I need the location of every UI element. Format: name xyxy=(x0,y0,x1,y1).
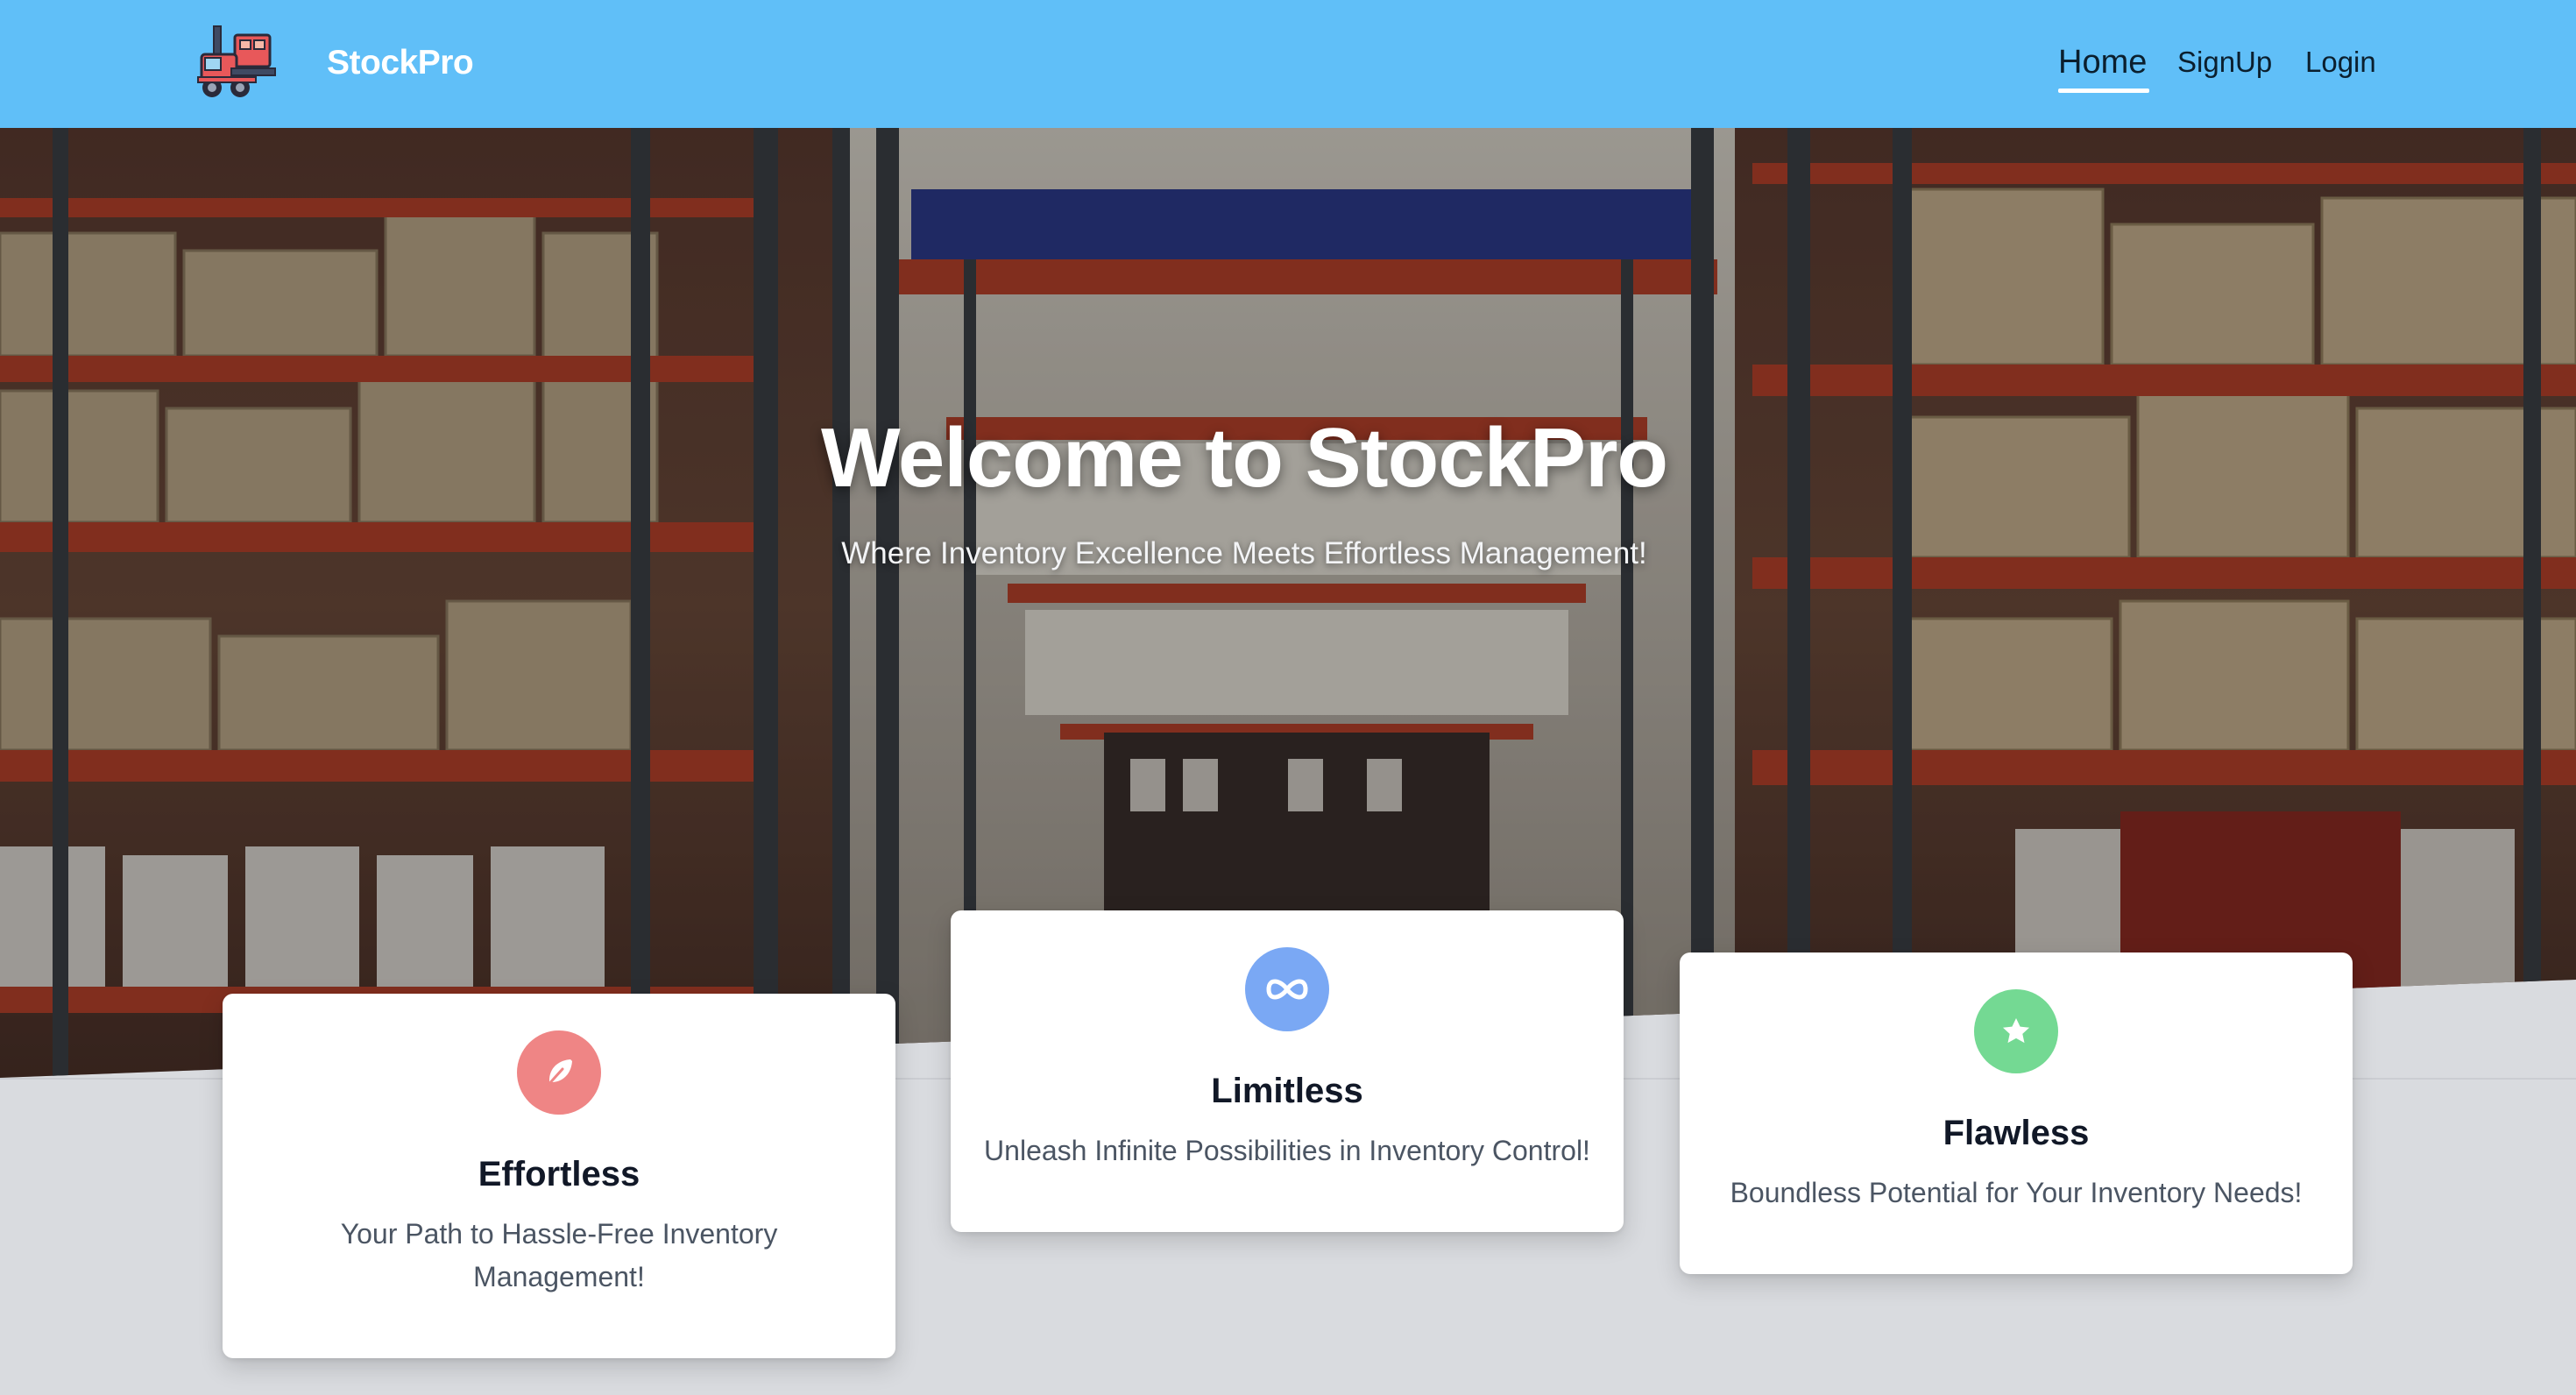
landing-page: StockPro Home SignUp Login Welcome to St… xyxy=(0,0,2576,1395)
feature-title: Effortless xyxy=(478,1155,640,1193)
feature-card-effortless: Effortless Your Path to Hassle-Free Inve… xyxy=(223,994,895,1358)
feature-description: Unleash Infinite Possibilities in Invent… xyxy=(984,1135,1590,1166)
star-icon xyxy=(1974,989,2058,1073)
hero-subtitle: Where Inventory Excellence Meets Effortl… xyxy=(841,536,1647,570)
feather-icon xyxy=(517,1030,601,1115)
feature-description: Your Path to Hassle-Free Inventory Manag… xyxy=(340,1218,778,1292)
feature-title: Flawless xyxy=(1943,1114,2090,1152)
infinity-icon xyxy=(1245,947,1329,1031)
nav-link-signup[interactable]: SignUp xyxy=(2177,47,2272,76)
feature-description: Boundless Potential for Your Inventory N… xyxy=(1730,1177,2303,1208)
feature-card-flawless: Flawless Boundless Potential for Your In… xyxy=(1680,952,2353,1274)
brand-name[interactable]: StockPro xyxy=(327,44,474,82)
forklift-icon[interactable] xyxy=(196,23,280,103)
nav-link-home[interactable]: Home xyxy=(2058,46,2147,79)
nav-link-login[interactable]: Login xyxy=(2305,47,2376,76)
navbar: StockPro Home SignUp Login xyxy=(0,0,2576,128)
feature-title: Limitless xyxy=(1211,1072,1363,1110)
nav-active-underline xyxy=(2058,89,2149,93)
feature-card-limitless: Limitless Unleash Infinite Possibilities… xyxy=(951,910,1624,1232)
hero-title: Welcome to StockPro xyxy=(820,411,1668,505)
